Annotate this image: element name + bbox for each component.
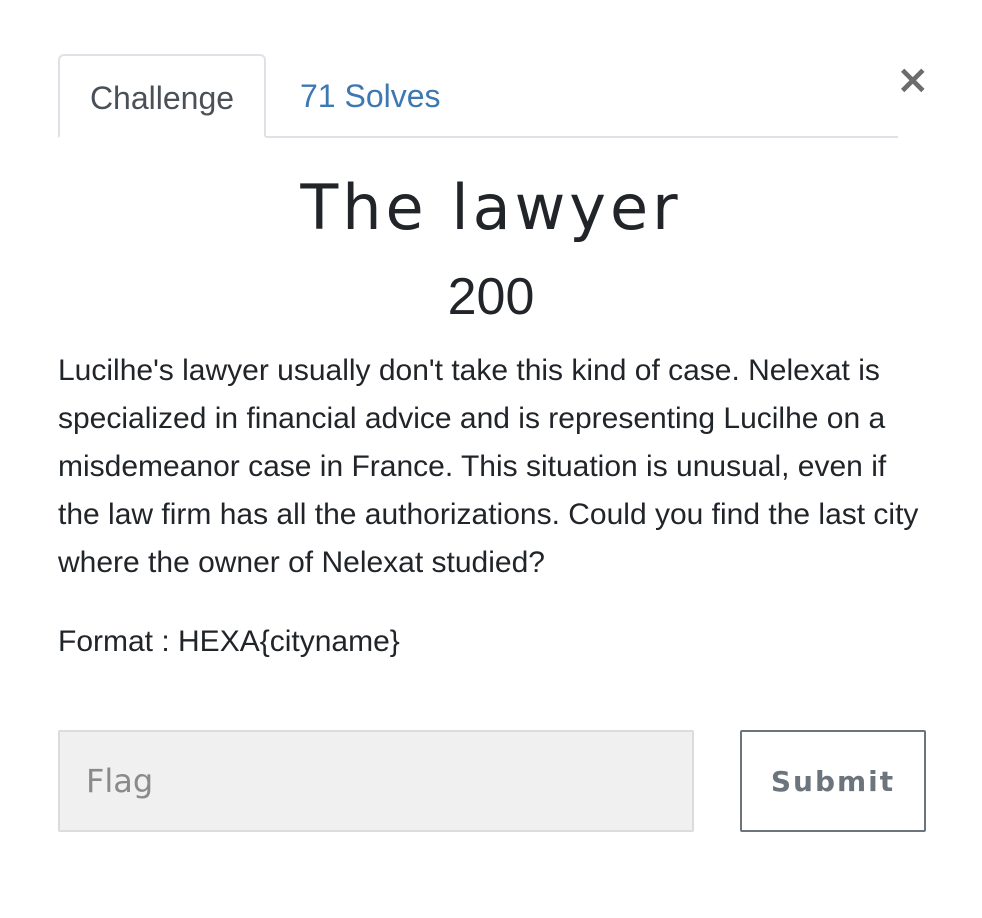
challenge-tabs: Challenge 71 Solves xyxy=(58,54,898,138)
challenge-title: The lawyer xyxy=(300,171,682,244)
tab-solves[interactable]: 71 Solves xyxy=(300,54,441,136)
challenge-description: Lucilhe's lawyer usually don't take this… xyxy=(58,354,919,579)
flag-input[interactable] xyxy=(58,730,694,832)
flag-format-note: Format : HEXA{cityname} xyxy=(58,625,400,658)
challenge-points: 200 xyxy=(447,268,535,326)
challenge-modal: × Challenge 71 Solves The lawyer 200 Luc… xyxy=(0,0,982,918)
tab-challenge[interactable]: Challenge xyxy=(58,54,266,138)
submit-button[interactable]: Submit xyxy=(740,730,926,832)
close-icon[interactable]: × xyxy=(896,60,930,100)
